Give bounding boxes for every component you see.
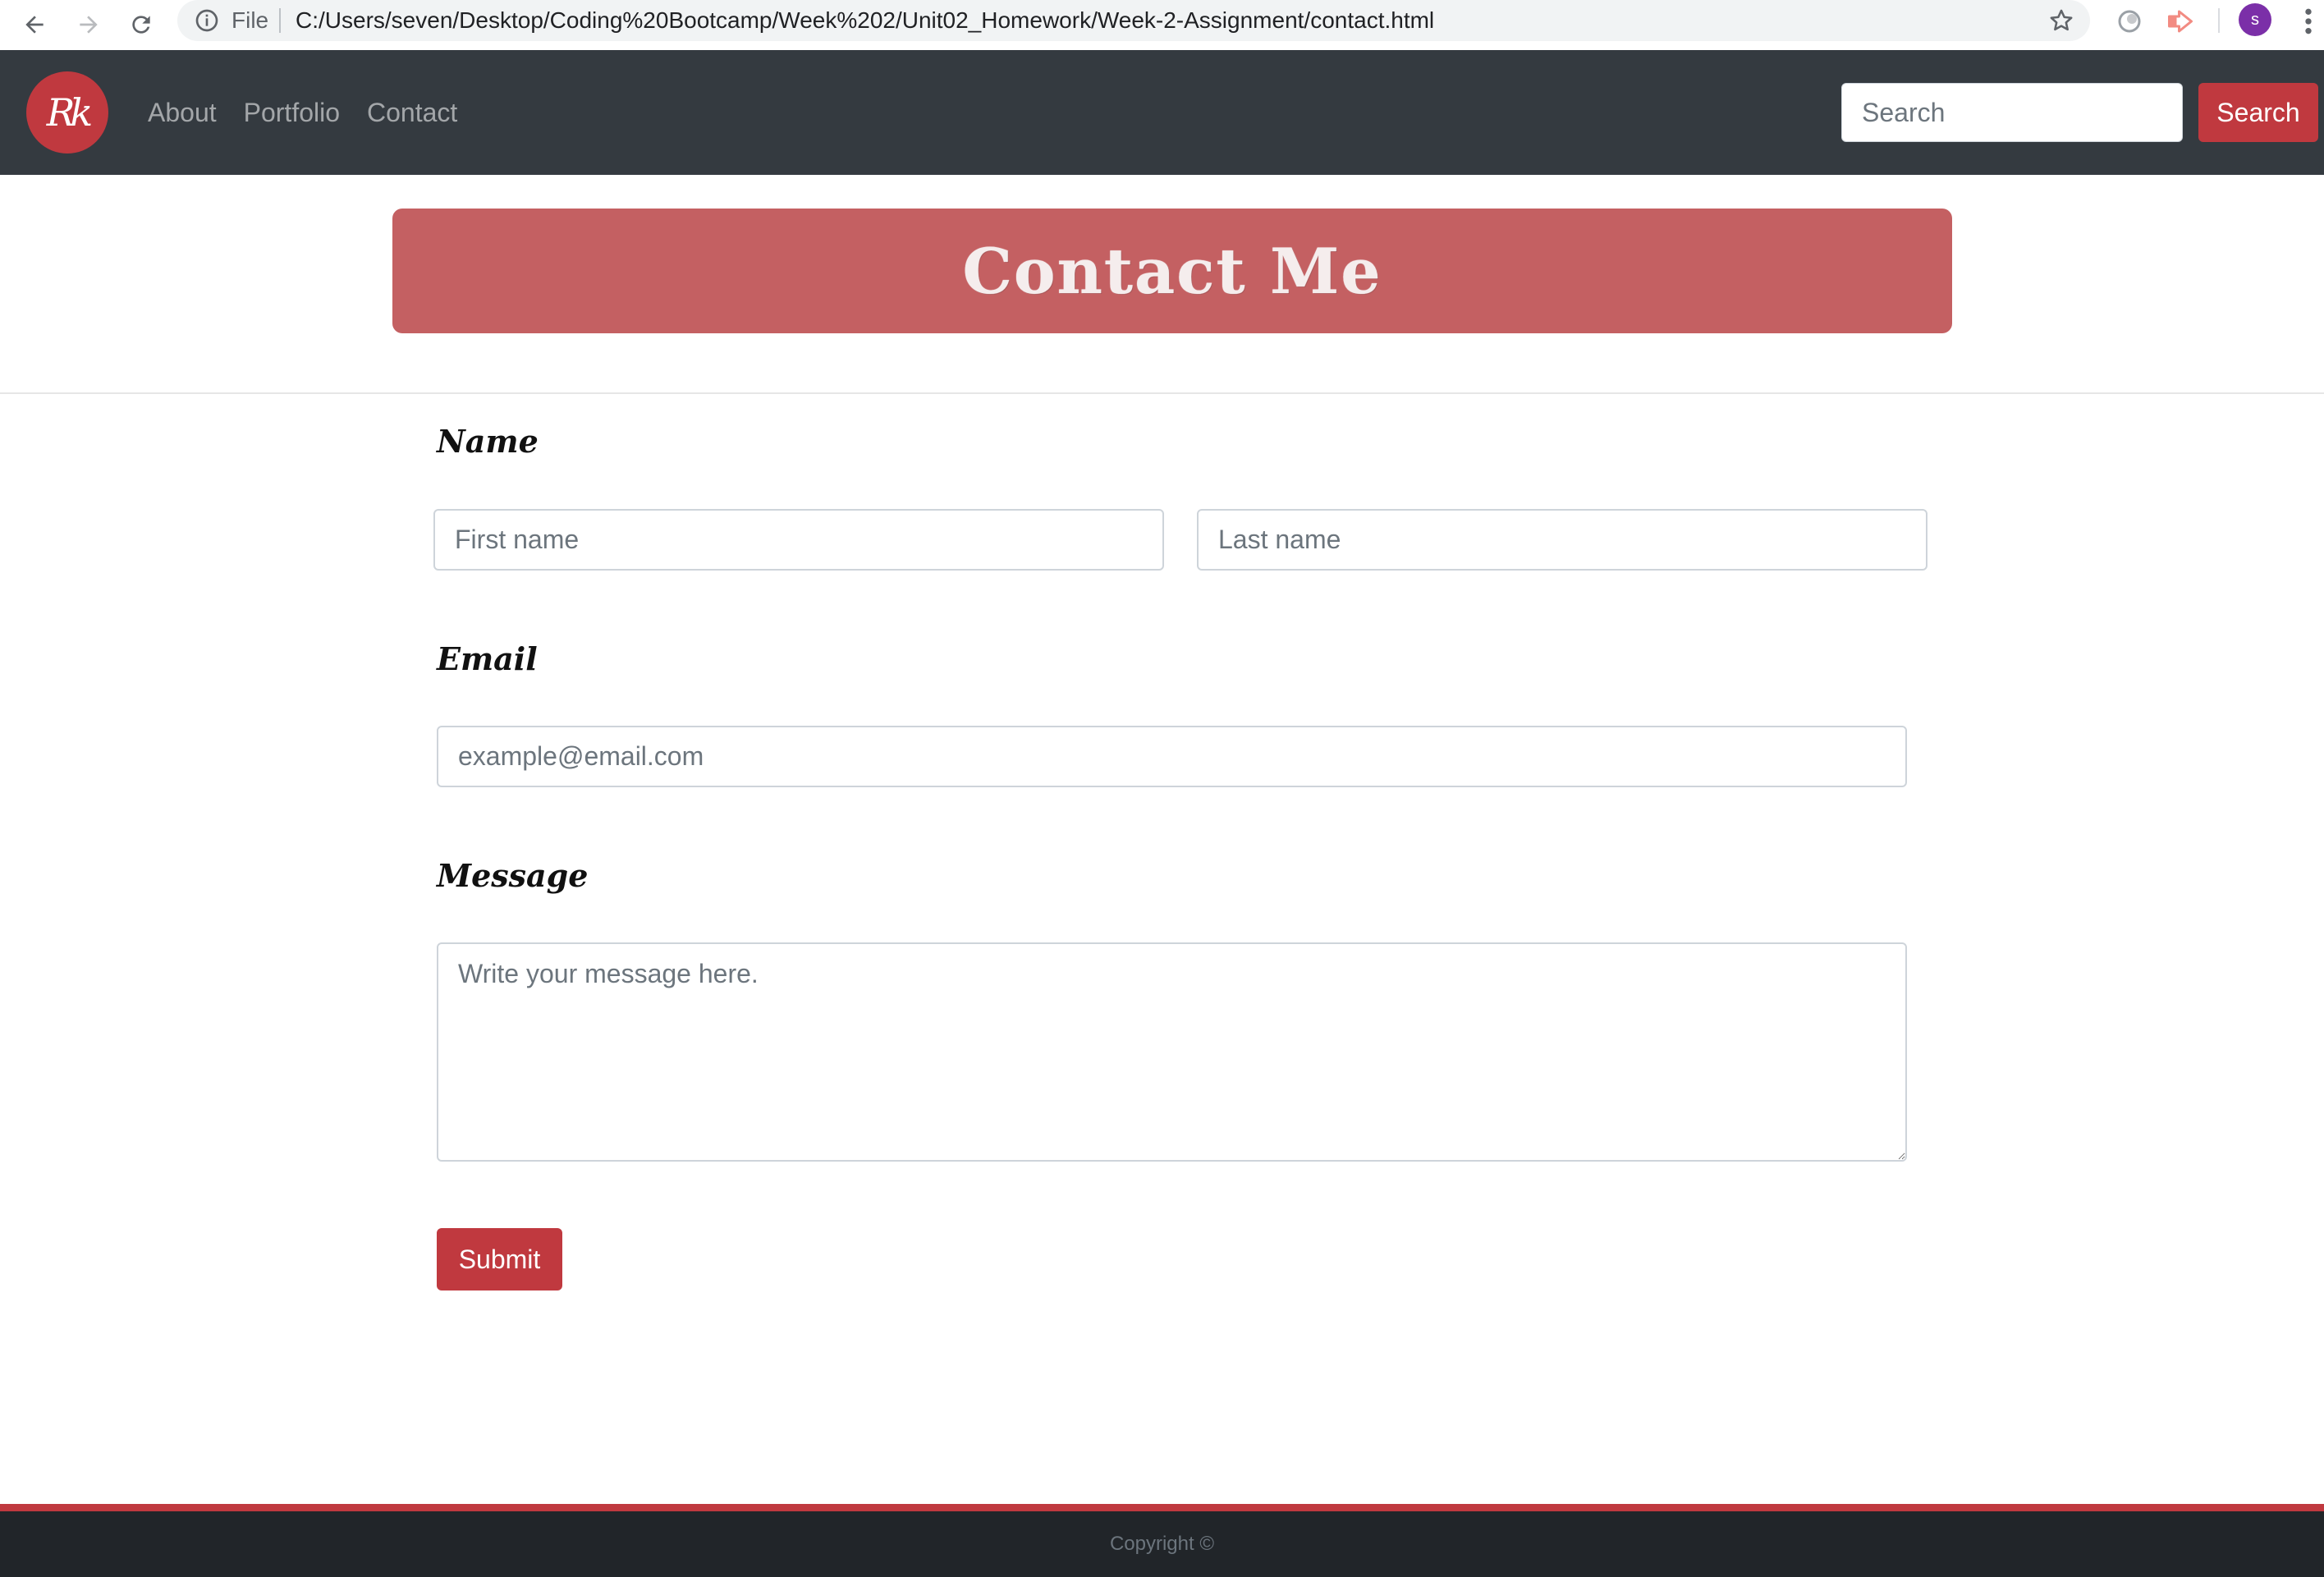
search-button[interactable]: Search — [2198, 83, 2318, 142]
forward-arrow-icon — [80, 16, 98, 34]
browser-toolbar: File C:/Users/seven/Desktop/Coding%20Boo… — [0, 0, 2324, 51]
forward-button[interactable] — [69, 5, 108, 44]
nav-link-portfolio[interactable]: Portfolio — [244, 98, 340, 128]
info-icon[interactable] — [194, 7, 220, 34]
extension-share-icon[interactable] — [2166, 7, 2195, 36]
toolbar-divider — [2218, 8, 2220, 33]
nav-link-about[interactable]: About — [148, 98, 217, 128]
address-separator — [279, 8, 281, 33]
reload-button[interactable] — [121, 5, 161, 44]
page-title: Contact Me — [962, 234, 1382, 308]
email-label: Email — [437, 640, 538, 677]
message-label: Message — [437, 857, 589, 894]
nav-links: About Portfolio Contact — [148, 50, 484, 175]
extension-circle-icon[interactable] — [2115, 7, 2144, 36]
url-text[interactable]: C:/Users/seven/Desktop/Coding%20Bootcamp… — [296, 7, 1434, 34]
footer-accent-bar — [0, 1504, 2324, 1511]
back-button[interactable] — [15, 5, 54, 44]
profile-avatar[interactable]: s — [2239, 3, 2271, 36]
file-scheme-label: File — [231, 7, 269, 33]
address-bar[interactable]: File C:/Users/seven/Desktop/Coding%20Boo… — [177, 0, 2090, 41]
page-header-banner: Contact Me — [392, 209, 1952, 333]
email-input[interactable] — [437, 726, 1907, 787]
name-label: Name — [437, 423, 539, 460]
more-menu-icon[interactable] — [2299, 5, 2318, 38]
message-textarea[interactable] — [437, 942, 1907, 1162]
bookmark-star-icon[interactable] — [2047, 7, 2075, 34]
nav-link-contact[interactable]: Contact — [367, 98, 457, 128]
logo-monogram: Rk — [46, 90, 93, 135]
copyright-text: Copyright © — [1109, 1533, 1215, 1555]
header-divider — [0, 392, 2324, 394]
site-logo[interactable]: Rk — [26, 71, 108, 154]
back-arrow-icon — [25, 16, 44, 34]
submit-button[interactable]: Submit — [437, 1228, 562, 1290]
site-footer: Copyright © — [0, 1511, 2324, 1577]
reload-icon — [132, 16, 150, 34]
first-name-input[interactable] — [433, 509, 1164, 571]
search-input[interactable] — [1841, 83, 2183, 142]
last-name-input[interactable] — [1197, 509, 1927, 571]
site-navbar: Rk About Portfolio Contact Search — [0, 50, 2324, 175]
